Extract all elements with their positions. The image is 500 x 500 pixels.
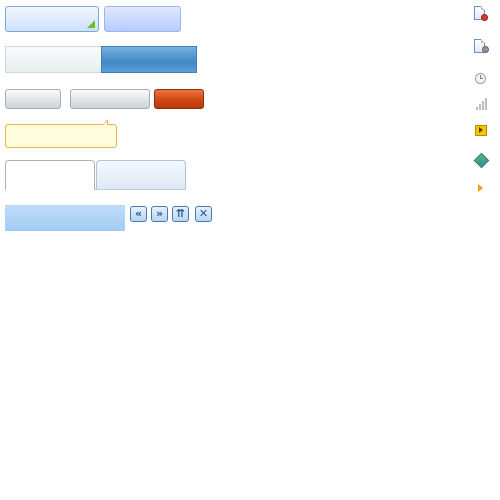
dropdown-corner-icon: [87, 20, 95, 28]
orange-button[interactable]: [154, 89, 204, 109]
panel-header: [5, 205, 125, 231]
gray-button-small[interactable]: [5, 89, 61, 109]
close-button[interactable]: ✕: [195, 206, 212, 222]
close-icon: ✕: [198, 207, 209, 220]
segment-right-button-selected[interactable]: [101, 46, 197, 73]
diamond-shape: [473, 152, 490, 169]
gear-badge: [482, 46, 489, 53]
double-chevron-right-icon: »: [155, 207, 164, 220]
expand-right-button[interactable]: »: [151, 206, 168, 222]
double-chevron-up-icon: ⇈: [175, 207, 186, 220]
clock-icon[interactable]: [472, 70, 490, 88]
collapse-left-button[interactable]: «: [130, 206, 147, 222]
gray-button-wide[interactable]: [70, 89, 150, 109]
collapse-up-button[interactable]: ⇈: [172, 206, 189, 222]
dropdown-button[interactable]: [5, 6, 99, 32]
arrow-right-icon[interactable]: [472, 180, 490, 198]
tab-inactive[interactable]: [96, 160, 186, 189]
play-box: [475, 125, 487, 136]
play-icon[interactable]: [472, 122, 490, 140]
signal-bars-icon[interactable]: [472, 95, 490, 113]
stop-badge: [481, 14, 488, 21]
double-chevron-left-icon: «: [134, 207, 143, 220]
document-settings-icon[interactable]: [472, 39, 490, 57]
tooltip-box: [5, 119, 117, 148]
document-stop-icon[interactable]: [472, 6, 490, 24]
tab-active[interactable]: [5, 160, 95, 190]
diamond-icon[interactable]: [472, 152, 490, 170]
segment-left-button[interactable]: [5, 46, 101, 73]
clock-face: [475, 73, 486, 84]
tooltip-tail-fill: [102, 121, 107, 126]
triangle-right: [478, 184, 483, 192]
light-button[interactable]: [104, 6, 181, 32]
